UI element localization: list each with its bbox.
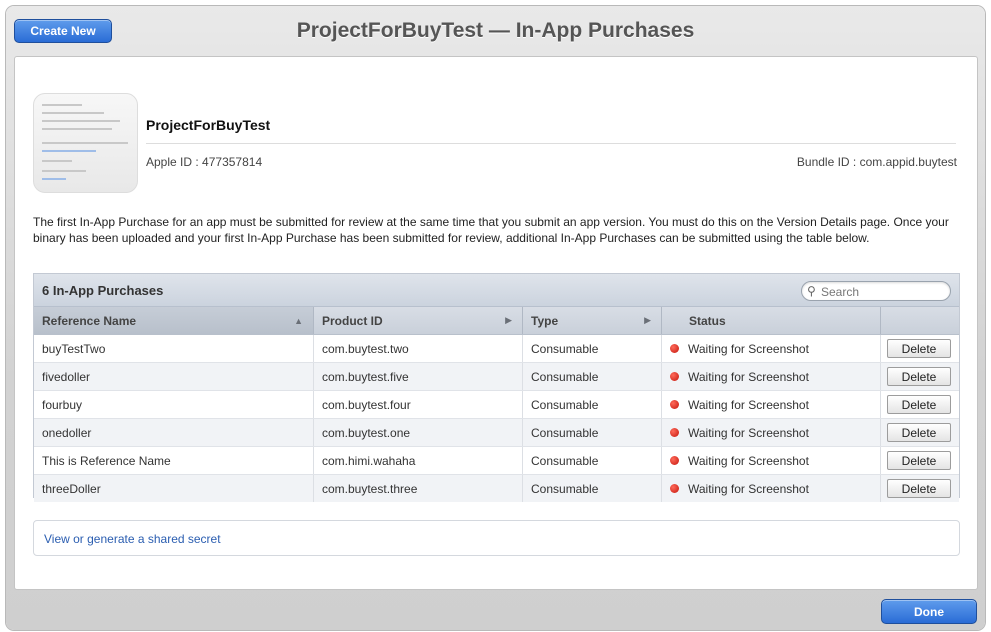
purchase-count: 6 In-App Purchases — [42, 283, 164, 298]
bundle-id-label: Bundle ID : — [796, 155, 857, 169]
sort-indicator-icon: ▶ — [505, 315, 512, 325]
search-field[interactable]: ⚲ Search — [801, 281, 951, 301]
column-headers: Reference Name ▲ Product ID ▶ Type ▶ Sta… — [34, 307, 959, 335]
reference-name[interactable]: buyTestTwo — [34, 335, 314, 362]
shared-secret-link[interactable]: View or generate a shared secret — [44, 532, 221, 546]
status: Waiting for Screenshot — [662, 391, 881, 418]
status: Waiting for Screenshot — [662, 419, 881, 446]
apple-id-label: Apple ID : — [146, 155, 199, 169]
delete-button[interactable]: Delete — [887, 479, 951, 498]
delete-button[interactable]: Delete — [887, 367, 951, 386]
table-row[interactable]: This is Reference Name com.himi.wahaha C… — [34, 447, 959, 475]
status-red-dot-icon — [670, 372, 679, 381]
done-button[interactable]: Done — [881, 599, 977, 624]
status: Waiting for Screenshot — [662, 363, 881, 390]
search-icon: ⚲ — [807, 284, 816, 298]
status-red-dot-icon — [670, 344, 679, 353]
reference-name[interactable]: onedoller — [34, 419, 314, 446]
dialog-frame: Create New ProjectForBuyTest — In-App Pu… — [6, 6, 985, 630]
app-name: ProjectForBuyTest — [146, 117, 271, 133]
type: Consumable — [523, 335, 662, 362]
type: Consumable — [523, 391, 662, 418]
status-red-dot-icon — [670, 484, 679, 493]
column-label: Status — [689, 313, 726, 328]
action-cell: Delete — [881, 447, 959, 474]
status-text: Waiting for Screenshot — [688, 481, 809, 496]
type: Consumable — [523, 419, 662, 446]
reference-name[interactable]: fourbuy — [34, 391, 314, 418]
status: Waiting for Screenshot — [662, 475, 881, 502]
in-app-purchases-table: 6 In-App Purchases ⚲ Search Reference Na… — [33, 273, 960, 502]
shared-secret-box: View or generate a shared secret — [33, 520, 960, 556]
type: Consumable — [523, 475, 662, 502]
status-red-dot-icon — [670, 400, 679, 409]
product-id: com.himi.wahaha — [314, 447, 523, 474]
sort-ascending-icon: ▲ — [294, 315, 303, 326]
bundle-id: Bundle ID : com.appid.buytest — [797, 155, 957, 169]
action-cell: Delete — [881, 335, 959, 362]
column-status[interactable]: Status — [662, 307, 881, 334]
delete-button[interactable]: Delete — [887, 451, 951, 470]
status-text: Waiting for Screenshot — [688, 369, 809, 384]
column-reference-name[interactable]: Reference Name ▲ — [34, 307, 314, 334]
sort-indicator-icon: ▶ — [644, 315, 651, 325]
product-id: com.buytest.four — [314, 391, 523, 418]
table-row[interactable]: fourbuy com.buytest.four Consumable Wait… — [34, 391, 959, 419]
app-icon — [33, 93, 138, 193]
delete-button[interactable]: Delete — [887, 339, 951, 358]
apple-id: Apple ID : 477357814 — [146, 155, 262, 169]
table-row[interactable]: buyTestTwo com.buytest.two Consumable Wa… — [34, 335, 959, 363]
bundle-id-value: com.appid.buytest — [859, 155, 957, 169]
content-panel: ProjectForBuyTest Apple ID : 477357814 B… — [14, 56, 978, 590]
status: Waiting for Screenshot — [662, 335, 881, 362]
search-input[interactable]: Search — [821, 285, 859, 299]
product-id: com.buytest.three — [314, 475, 523, 502]
action-cell: Delete — [881, 475, 959, 502]
type: Consumable — [523, 447, 662, 474]
status-text: Waiting for Screenshot — [688, 453, 809, 468]
reference-name[interactable]: threeDoller — [34, 475, 314, 502]
status-text: Waiting for Screenshot — [688, 397, 809, 412]
product-id: com.buytest.one — [314, 419, 523, 446]
reference-name[interactable]: This is Reference Name — [34, 447, 314, 474]
type: Consumable — [523, 363, 662, 390]
status-text: Waiting for Screenshot — [688, 425, 809, 440]
table-row[interactable]: fivedoller com.buytest.five Consumable W… — [34, 363, 959, 391]
delete-button[interactable]: Delete — [887, 395, 951, 414]
apple-id-value: 477357814 — [202, 155, 263, 169]
action-cell: Delete — [881, 391, 959, 418]
column-type[interactable]: Type ▶ — [523, 307, 662, 334]
status-red-dot-icon — [670, 456, 679, 465]
dialog-title: ProjectForBuyTest — In-App Purchases — [296, 19, 695, 42]
column-actions — [881, 307, 959, 334]
status-text: Waiting for Screenshot — [688, 341, 809, 356]
delete-button[interactable]: Delete — [887, 423, 951, 442]
table-row[interactable]: onedoller com.buytest.one Consumable Wai… — [34, 419, 959, 447]
divider — [146, 143, 956, 144]
notice-text: The first In-App Purchase for an app mus… — [33, 215, 949, 245]
status-red-dot-icon — [670, 428, 679, 437]
column-label: Product ID — [322, 313, 383, 328]
table-header-bar: 6 In-App Purchases ⚲ Search — [34, 274, 959, 307]
table-row[interactable]: threeDoller com.buytest.three Consumable… — [34, 475, 959, 502]
reference-name[interactable]: fivedoller — [34, 363, 314, 390]
column-product-id[interactable]: Product ID ▶ — [314, 307, 523, 334]
product-id: com.buytest.two — [314, 335, 523, 362]
product-id: com.buytest.five — [314, 363, 523, 390]
action-cell: Delete — [881, 363, 959, 390]
column-label: Reference Name — [42, 313, 137, 328]
action-cell: Delete — [881, 419, 959, 446]
column-label: Type — [531, 313, 559, 328]
status: Waiting for Screenshot — [662, 447, 881, 474]
